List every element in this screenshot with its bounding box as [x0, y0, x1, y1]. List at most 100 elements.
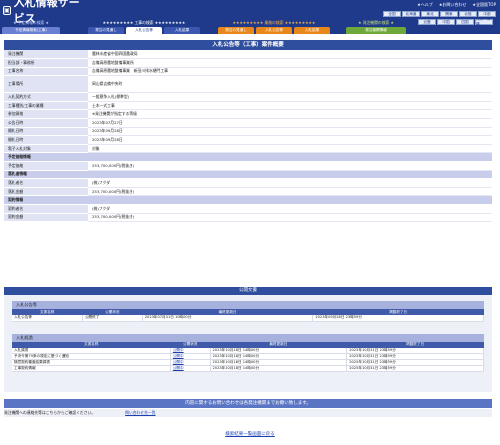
- detail-row: 参加資格 ※発注機関が指定する等級: [4, 109, 492, 120]
- field-value: (株)フクダ: [88, 178, 492, 188]
- contact-list-link[interactable]: 問い合わせ先一覧: [125, 410, 155, 416]
- field-label: 開札日時: [4, 135, 88, 145]
- detail-table: 発注機関 農林水産省中国四国農政局 担当部・事務所 吉備高原農地整備事業所 工事名称 吉備…: [4, 50, 492, 223]
- group-title: ★ 予定情報の検索 ★: [13, 20, 49, 25]
- region-link[interactable]: 東北: [421, 11, 439, 17]
- tab-schedule-construction[interactable]: 予定情報検索(工事): [2, 27, 60, 34]
- docs-caption: 公開文書: [4, 287, 492, 295]
- top-links: ★ヘルプ ★お問い合わせ ★全国版TOP: [417, 2, 496, 8]
- back-to-results-link[interactable]: 検索結果一覧画面に戻る: [0, 431, 500, 437]
- detail-row: 予定価格 253,700,000円(税抜き): [4, 161, 492, 171]
- field-label: 参加資格: [4, 109, 88, 120]
- field-label: 契約金額: [4, 213, 88, 223]
- field-value: 岡山県吉備中央町: [88, 75, 492, 94]
- table-cell: 2023年07月31日 10時00分: [142, 315, 314, 322]
- field-value: ※発注機関が指定する等級: [88, 109, 492, 120]
- result-docs-title: 入札経過: [12, 333, 484, 342]
- search-tabs: ★ 予定情報の検索 ★ 予定情報検索(工事) ★★★★★★★★★ 工事の検索 ★…: [0, 20, 500, 34]
- field-label: 工事種別/工事の業種: [4, 101, 88, 111]
- service-search-group: ★★★★★★★★★ 業務の検索 ★★★★★★★★★ 発注の見通し 入札公告等 入…: [218, 20, 330, 34]
- detail-caption: 入札公告等（工事）案件概要: [4, 40, 492, 50]
- table-cell: 公開終了: [82, 315, 143, 322]
- contact-row: 発注機関への連絡先等はこちらからご確認ください。 問い合わせ先一覧: [4, 409, 492, 417]
- field-label: 入札契約方式: [4, 92, 88, 102]
- detail-row: 落札金額 253,700,000円(税抜き): [4, 187, 492, 197]
- logo[interactable]: ▣ 入札情報サービス: [0, 0, 84, 25]
- table-row: 入札公告等 公開終了 2023年07月31日 10時00分 2023年09月28日 2…: [12, 315, 484, 322]
- section-header: 予定価格情報: [4, 152, 492, 163]
- tab-agency-info[interactable]: 発注機関情報: [346, 27, 406, 34]
- section-header-row: 落札者情報: [4, 170, 492, 180]
- table-cell: 工事契約情報: [12, 365, 171, 372]
- table-cell: 入札公告等: [12, 315, 83, 322]
- notice-docs-section: 入札公告等 文書名称 公開状況 最終更新日 掲載終了日 入札公告等 公開終了 2023年0…: [12, 301, 484, 322]
- field-label: 予定価格: [4, 161, 88, 171]
- field-label: 工事場所: [4, 75, 88, 94]
- detail-row: 契約金額 253,700,000円(税抜き): [4, 213, 492, 223]
- group-title: ★ 発注機関の検索 ★: [358, 20, 394, 25]
- section-header: 落札者情報: [4, 170, 492, 180]
- notice-docs-title: 入札公告等: [12, 301, 484, 309]
- field-label: 落札者名: [4, 178, 88, 188]
- field-value: 253,700,000円(税抜き): [88, 161, 492, 171]
- group-title: ★★★★★★★★★ 業務の検索 ★★★★★★★★★: [232, 20, 316, 25]
- section-header-row: 契約情報: [4, 195, 492, 205]
- table-cell: 2025年10月31日 23時59分: [346, 365, 484, 372]
- detail-section: 入札公告等（工事）案件概要 発注機関 農林水産省中国四国農政局 担当部・事務所 吉備高…: [4, 40, 492, 223]
- schedule-search-group: ★ 予定情報の検索 ★ 予定情報検索(工事): [2, 20, 60, 34]
- table-cell: 2023年10月18日 14時00分: [210, 365, 348, 372]
- field-value: 吉備高原農地整備事業 新田川排水樋門工事: [88, 67, 492, 77]
- field-value: 2023年09月28日: [88, 135, 492, 145]
- tab-construction-outlook[interactable]: 発注の見通し: [88, 27, 124, 34]
- tab-service-results[interactable]: 入札結果: [294, 27, 330, 34]
- field-label: 発注機関: [4, 50, 88, 60]
- inquiry-banner: 内容に関するお問い合わせは各発注機関までお願い致します。: [4, 399, 492, 408]
- field-value: 253,700,000円(税抜き): [88, 213, 492, 223]
- site-header: ▣ 入札情報サービス ★ヘルプ ★お問い合わせ ★全国版TOP 全国 北海道 東…: [0, 0, 500, 34]
- field-label: 工事名称: [4, 67, 88, 77]
- detail-row: 工事場所 岡山県吉備中央町: [4, 75, 492, 94]
- detail-row: 発注機関 農林水産省中国四国農政局: [4, 50, 492, 60]
- region-link[interactable]: 北海道: [402, 11, 420, 17]
- region-link[interactable]: 関東: [440, 11, 458, 17]
- tab-construction-results[interactable]: 入札結果: [164, 27, 200, 34]
- detail-row: 工事種別/工事の業種 土木一式工事: [4, 101, 492, 111]
- result-docs-table: 文書名称 公開状況 最終更新日 掲載終了日 入札調書 公開中 2023年10月18日 14…: [12, 341, 484, 372]
- contact-link[interactable]: ★お問い合わせ: [439, 2, 467, 8]
- tab-construction-notices[interactable]: 入札公告等: [126, 27, 162, 34]
- field-label: 担当部・事務所: [4, 58, 88, 68]
- field-value: 土木一式工事: [88, 101, 492, 111]
- detail-row: 担当部・事務所 吉備高原農地整備事業所: [4, 58, 492, 68]
- region-link[interactable]: 全国: [383, 11, 401, 17]
- field-label: 契約者名: [4, 204, 88, 214]
- field-value: 253,700,000円(税抜き): [88, 187, 492, 197]
- table-cell: 2023年09月28日 23時59分: [312, 315, 484, 322]
- field-label: 電子入札対象: [4, 144, 88, 154]
- tab-service-outlook[interactable]: 発注の見通し: [218, 27, 254, 34]
- field-label: 公告日時: [4, 118, 88, 128]
- detail-row: 公告日時 2023年07月27日: [4, 118, 492, 128]
- field-value: 一般競争入札(標準型): [88, 92, 492, 102]
- document-status-link[interactable]: 公開中: [170, 365, 211, 372]
- contact-note: 発注機関への連絡先等はこちらからご確認ください。: [4, 410, 96, 415]
- detail-row: 電子入札対象 対象: [4, 144, 492, 154]
- field-value: 吉備高原農地整備事業所: [88, 58, 492, 68]
- help-link[interactable]: ★ヘルプ: [417, 2, 433, 8]
- field-value: (株)フクダ: [88, 204, 492, 214]
- field-label: 開札日時: [4, 127, 88, 137]
- field-label: 落札金額: [4, 187, 88, 197]
- detail-row: 落札者名 (株)フクダ: [4, 178, 492, 188]
- national-top-link[interactable]: ★全国版TOP: [472, 2, 496, 8]
- detail-row: 工事名称 吉備高原農地整備事業 新田川排水樋門工事: [4, 67, 492, 77]
- agency-search-group: ★ 発注機関の検索 ★ 発注機関情報: [346, 20, 406, 34]
- field-value: 2023年07月27日: [88, 118, 492, 128]
- field-value: 2023年09月28日: [88, 127, 492, 137]
- section-header: 契約情報: [4, 195, 492, 205]
- tab-service-notices[interactable]: 入札公告等: [256, 27, 292, 34]
- region-link[interactable]: 北陸: [459, 11, 477, 17]
- detail-row: 開札日時 2023年09月28日: [4, 127, 492, 137]
- logo-icon: ▣: [3, 5, 11, 15]
- field-value: 農林水産省中国四国農政局: [88, 50, 492, 60]
- detail-row: 契約者名 (株)フクダ: [4, 204, 492, 214]
- result-docs-section: 入札経過 文書名称 公開状況 最終更新日 掲載終了日 入札調書 公開中 2023年10月1…: [12, 333, 484, 372]
